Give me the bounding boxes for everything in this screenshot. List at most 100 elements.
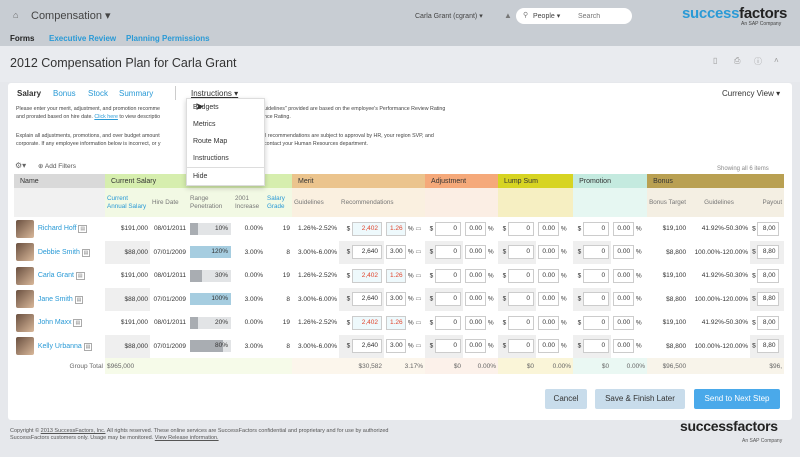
- amount-input[interactable]: 0.00: [613, 292, 635, 307]
- amount-input[interactable]: 0: [508, 339, 535, 354]
- amount-input[interactable]: 0.00: [538, 339, 560, 354]
- amount-input[interactable]: 0: [435, 221, 462, 236]
- document-icon[interactable]: ▯: [713, 56, 717, 65]
- profile-card-icon[interactable]: ▤: [73, 319, 83, 328]
- search-input[interactable]: [578, 10, 628, 22]
- amount-input[interactable]: 0: [435, 268, 462, 283]
- amount-input[interactable]: 3.00: [386, 292, 407, 307]
- amount-input[interactable]: 0: [435, 339, 462, 354]
- amount-input[interactable]: 0: [435, 315, 462, 330]
- amount-input[interactable]: 0: [583, 339, 610, 354]
- info-icon[interactable]: ⓘ: [754, 56, 762, 67]
- tab-salary[interactable]: Salary: [17, 89, 41, 98]
- bell-icon[interactable]: ▲: [504, 11, 512, 20]
- amount-input[interactable]: 8,80: [757, 339, 780, 354]
- amount-input[interactable]: 2,640: [352, 339, 383, 354]
- amount-input[interactable]: 0.00: [465, 221, 487, 236]
- comment-icon[interactable]: ▭: [415, 249, 421, 256]
- amount-input[interactable]: 3.00: [386, 339, 407, 354]
- menu-item-metrics[interactable]: Metrics: [187, 116, 264, 133]
- amount-input[interactable]: 0: [583, 315, 610, 330]
- profile-card-icon[interactable]: ▤: [83, 342, 93, 351]
- amount-input[interactable]: 0.00: [613, 315, 635, 330]
- user-menu[interactable]: Carla Grant (cgrant) ▾: [415, 12, 483, 20]
- collapse-icon[interactable]: ˄: [774, 56, 779, 65]
- nav-executive-review[interactable]: Executive Review: [49, 34, 116, 43]
- company-link[interactable]: 2013 SuccessFactors, Inc.: [41, 428, 106, 434]
- amount-input[interactable]: 0.00: [465, 268, 487, 283]
- settings-gear-icon[interactable]: ⚙▾: [15, 161, 26, 170]
- profile-card-icon[interactable]: ▤: [81, 248, 91, 257]
- comment-icon[interactable]: ▭: [415, 225, 421, 232]
- save-finish-later-button[interactable]: Save & Finish Later: [595, 389, 685, 409]
- amount-input[interactable]: 0.00: [465, 339, 487, 354]
- employee-name-link[interactable]: Jane Smith: [38, 296, 73, 303]
- click-here-link[interactable]: Click here: [94, 114, 118, 120]
- amount-input[interactable]: 0: [583, 292, 610, 307]
- amount-input[interactable]: 0.00: [613, 268, 635, 283]
- amount-input[interactable]: 8,80: [757, 245, 780, 260]
- amount-input[interactable]: 0.00: [613, 221, 635, 236]
- amount-input[interactable]: 0.00: [465, 292, 487, 307]
- amount-input[interactable]: 0: [583, 245, 610, 260]
- amount-input[interactable]: 0: [435, 245, 462, 260]
- employee-name-link[interactable]: Debbie Smith: [38, 249, 80, 256]
- amount-input[interactable]: 3.00: [386, 245, 407, 260]
- amount-input[interactable]: 0.00: [538, 268, 560, 283]
- amount-input[interactable]: 0: [508, 268, 535, 283]
- amount-input[interactable]: 0.00: [465, 245, 487, 260]
- amount-input[interactable]: 2,402: [352, 221, 383, 236]
- comment-icon[interactable]: ▭: [415, 343, 421, 350]
- amount-input[interactable]: 2,402: [352, 315, 383, 330]
- amount-input[interactable]: 0.00: [538, 245, 560, 260]
- search-scope[interactable]: People ▾: [533, 12, 560, 20]
- amount-input[interactable]: 0: [508, 221, 535, 236]
- profile-card-icon[interactable]: ▤: [78, 225, 88, 234]
- employee-name-link[interactable]: John Maxx: [38, 319, 72, 326]
- add-filters-button[interactable]: ⊕ Add Filters: [38, 162, 76, 170]
- amount-input[interactable]: 0: [508, 245, 535, 260]
- amount-input[interactable]: 0: [583, 221, 610, 236]
- amount-input[interactable]: 8,00: [757, 221, 780, 236]
- amount-input[interactable]: 2,640: [352, 292, 383, 307]
- release-info-link[interactable]: View Release information.: [155, 435, 219, 441]
- comment-icon[interactable]: ▭: [415, 296, 421, 303]
- menu-item-hide[interactable]: Hide: [187, 167, 264, 184]
- tab-bonus[interactable]: Bonus: [53, 89, 76, 98]
- nav-forms[interactable]: Forms: [10, 34, 34, 43]
- tab-stock[interactable]: Stock: [88, 89, 108, 98]
- amount-input[interactable]: 0.00: [538, 221, 560, 236]
- amount-input[interactable]: 1.26: [386, 221, 407, 236]
- employee-name-link[interactable]: Kelly Urbanna: [38, 343, 82, 350]
- employee-name-link[interactable]: Carla Grant: [38, 272, 74, 279]
- profile-card-icon[interactable]: ▤: [75, 272, 85, 281]
- amount-input[interactable]: 0: [508, 315, 535, 330]
- print-icon[interactable]: ⎙: [734, 56, 740, 66]
- amount-input[interactable]: 8,00: [757, 315, 780, 330]
- amount-input[interactable]: 0: [508, 292, 535, 307]
- amount-input[interactable]: 8,80: [757, 292, 780, 307]
- amount-input[interactable]: 0.00: [538, 315, 560, 330]
- menu-item-instructions[interactable]: Instructions: [187, 150, 264, 167]
- amount-input[interactable]: 0: [583, 268, 610, 283]
- amount-input[interactable]: 1.26: [386, 315, 407, 330]
- home-icon[interactable]: ⌂: [13, 10, 18, 20]
- module-switcher[interactable]: Compensation ▾: [31, 9, 111, 22]
- amount-input[interactable]: 0.00: [465, 315, 487, 330]
- send-to-next-step-button[interactable]: Send to Next Step: [694, 389, 780, 409]
- comment-icon[interactable]: ▭: [415, 272, 421, 279]
- amount-input[interactable]: 8,00: [757, 268, 780, 283]
- menu-item-route-map[interactable]: Route Map: [187, 133, 264, 150]
- amount-input[interactable]: 0.00: [613, 245, 635, 260]
- profile-card-icon[interactable]: ▤: [74, 295, 84, 304]
- tab-summary[interactable]: Summary: [119, 89, 153, 98]
- nav-planning-permissions[interactable]: Planning Permissions: [126, 34, 210, 43]
- amount-input[interactable]: 2,640: [352, 245, 383, 260]
- currency-view-menu[interactable]: Currency View ▾: [722, 89, 780, 98]
- cancel-button[interactable]: Cancel: [545, 389, 587, 409]
- comment-icon[interactable]: ▭: [415, 319, 421, 326]
- amount-input[interactable]: 0: [435, 292, 462, 307]
- amount-input[interactable]: 0.00: [538, 292, 560, 307]
- employee-name-link[interactable]: Richard Hoff: [38, 225, 77, 232]
- amount-input[interactable]: 2,402: [352, 268, 383, 283]
